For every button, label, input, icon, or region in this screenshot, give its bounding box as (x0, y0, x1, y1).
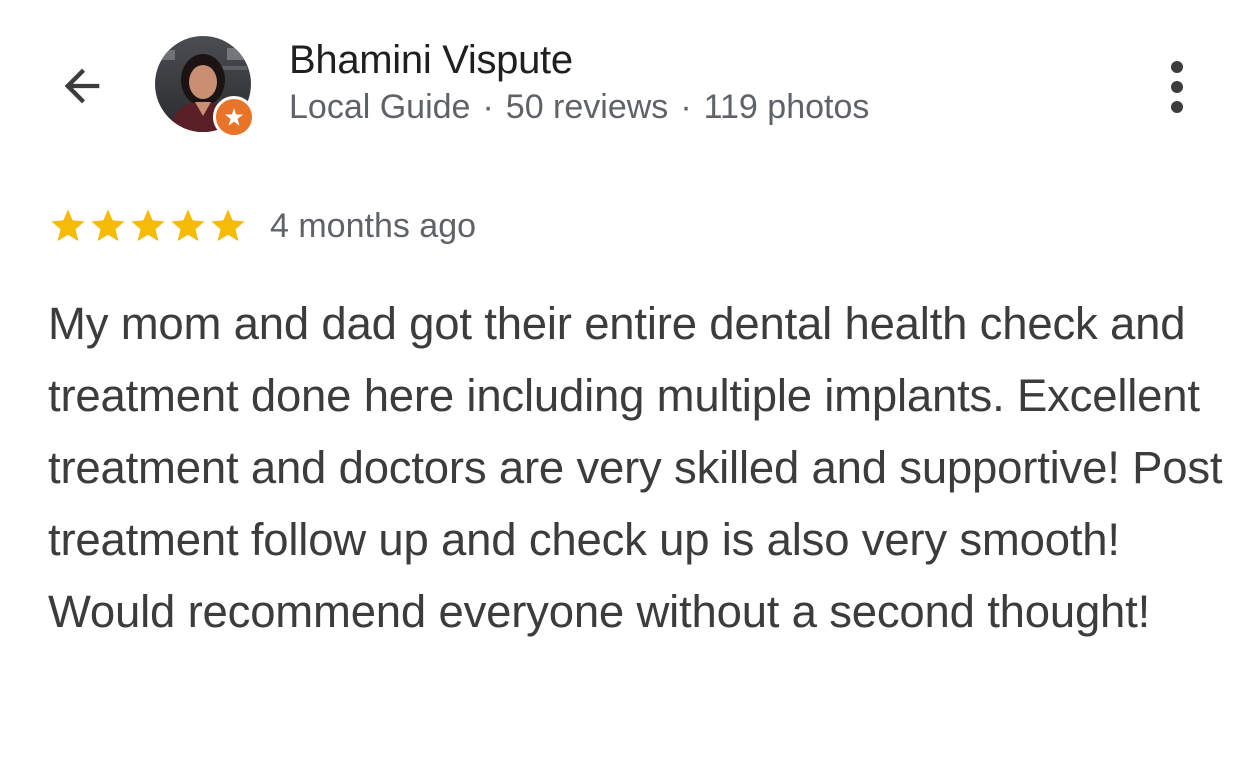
star-rating (48, 206, 248, 246)
local-guide-label: Local Guide (289, 88, 471, 126)
review-count: 50 reviews (505, 88, 669, 126)
back-button[interactable] (48, 56, 116, 116)
review-time: 4 months ago (270, 206, 477, 245)
author-meta: Local Guide · 50 reviews · 119 photos (289, 88, 869, 127)
meta-separator: · (680, 88, 692, 126)
review-text: My mom and dad got their entire dental h… (48, 298, 1223, 637)
photo-count: 119 photos (703, 88, 870, 126)
star-icon (91, 209, 125, 241)
local-guide-star-icon (224, 107, 244, 126)
star-icon (131, 209, 165, 241)
more-vert-icon-dot (1171, 101, 1183, 113)
star-icon (171, 209, 205, 241)
more-options-button[interactable] (1152, 54, 1202, 120)
avatar-container (155, 36, 255, 138)
star-icon (51, 209, 85, 241)
local-guide-badge (213, 96, 255, 138)
more-vert-icon-dot (1171, 61, 1183, 73)
star-icon (211, 209, 245, 241)
meta-separator: · (482, 88, 494, 126)
author-name[interactable]: Bhamini Vispute (289, 38, 573, 83)
arrow-back-icon (64, 68, 100, 104)
rating-row: 4 months ago (48, 202, 476, 250)
more-vert-icon-dot (1171, 81, 1183, 93)
